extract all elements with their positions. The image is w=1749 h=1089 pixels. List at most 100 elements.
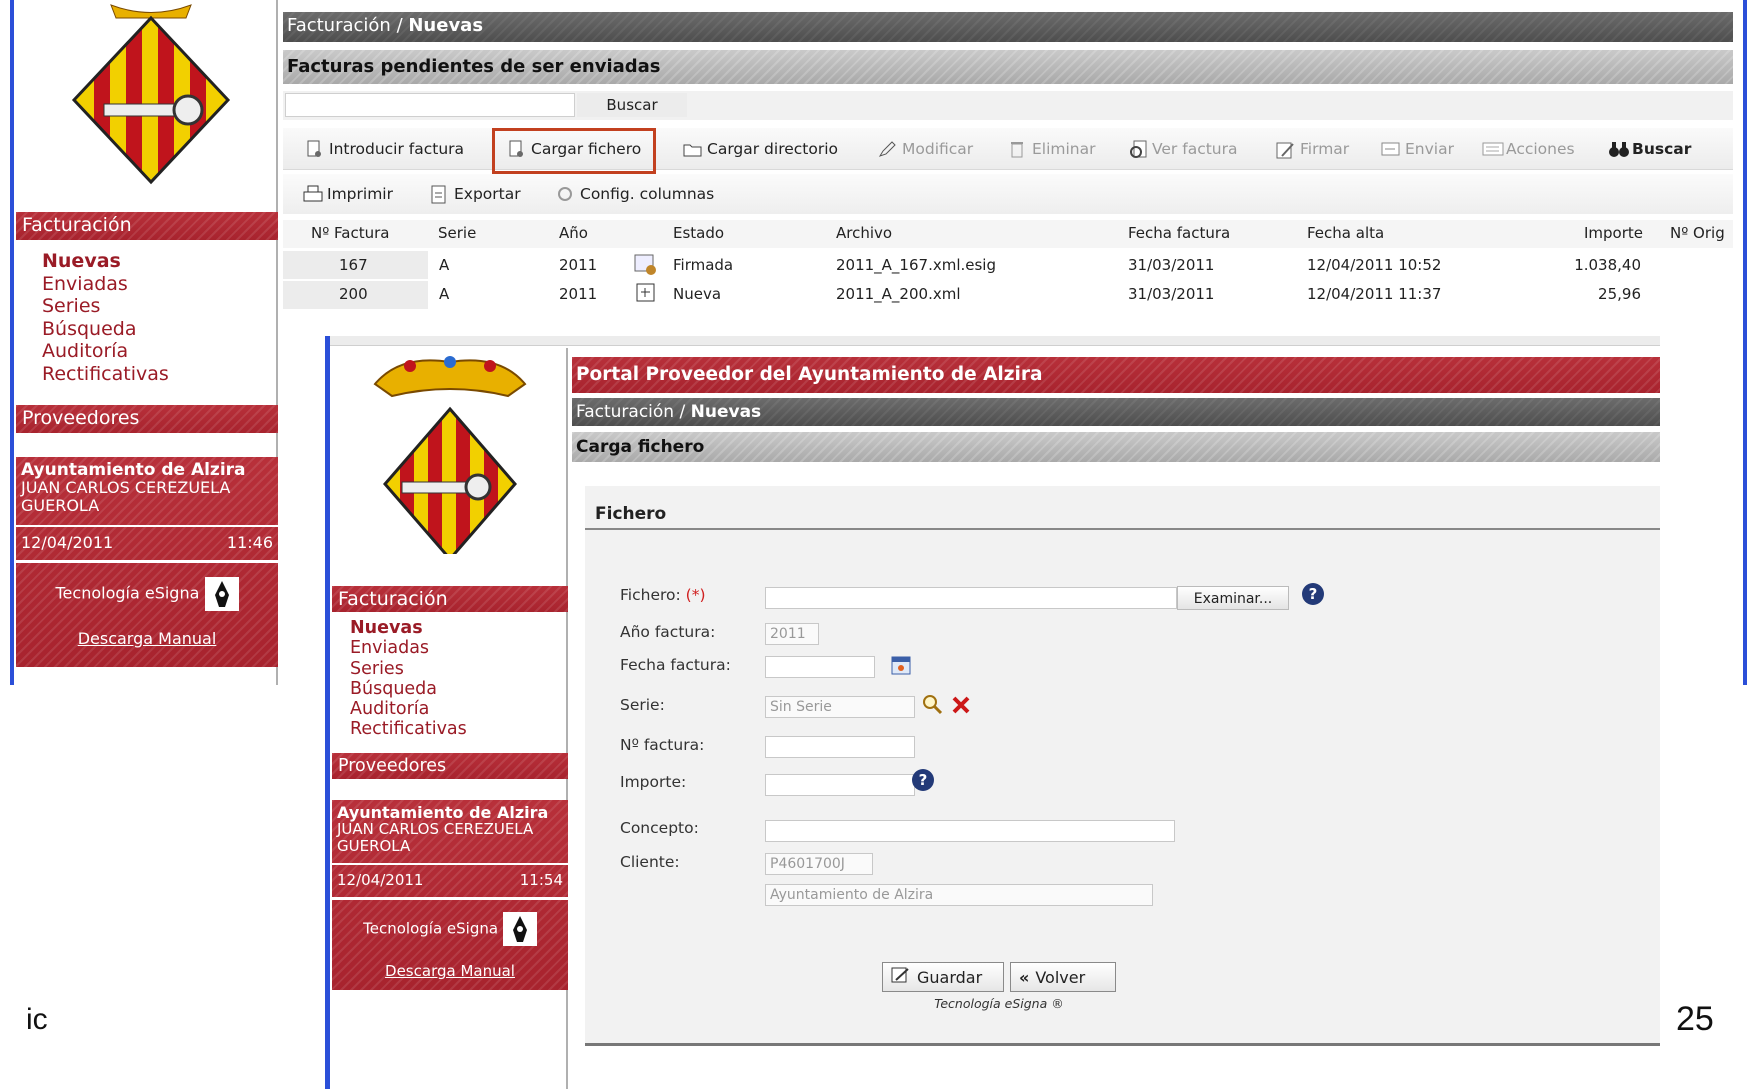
cell-num: 167 xyxy=(339,256,368,274)
pen-nib-icon xyxy=(502,912,537,946)
session-time: 11:46 xyxy=(226,533,273,552)
edit-icon xyxy=(878,140,896,158)
back-button[interactable]: « Volver xyxy=(1010,962,1116,992)
breadcrumb-section[interactable]: Facturación xyxy=(287,15,391,36)
sidebar-item-busqueda[interactable]: Búsqueda xyxy=(42,318,278,341)
exportar-button[interactable]: Exportar xyxy=(430,185,521,204)
search-input[interactable] xyxy=(285,93,575,117)
upload-file-icon xyxy=(507,140,525,158)
help-icon[interactable]: ? xyxy=(1302,583,1324,605)
modificar-button[interactable]: Modificar xyxy=(878,140,973,158)
session-date: 12/04/2011 xyxy=(21,533,114,552)
front-window-top-strip xyxy=(325,336,1660,346)
eliminar-button[interactable]: Eliminar xyxy=(1008,140,1096,158)
cargar-fichero-button[interactable]: Cargar fichero xyxy=(507,140,641,158)
cell-serie: A xyxy=(439,256,450,274)
config-columnas-button[interactable]: Config. columnas xyxy=(556,185,714,203)
back-breadcrumb: Facturación / Nuevas xyxy=(283,12,1733,42)
sidebar-item-enviadas[interactable]: Enviadas xyxy=(42,273,278,296)
buscar-button[interactable]: Buscar xyxy=(1608,140,1691,158)
breadcrumb-section[interactable]: Facturación xyxy=(576,402,674,422)
cell-fecha: 31/03/2011 xyxy=(1128,256,1215,274)
concepto-input[interactable] xyxy=(765,820,1175,842)
print-icon xyxy=(303,185,323,203)
download-manual-link[interactable]: Descarga Manual xyxy=(16,629,278,648)
fichero-input[interactable] xyxy=(765,587,1177,609)
introducir-factura-button[interactable]: Introducir factura xyxy=(305,140,464,158)
importe-input[interactable] xyxy=(765,774,915,796)
calendar-icon[interactable] xyxy=(890,654,912,680)
save-button[interactable]: Guardar xyxy=(882,962,1004,992)
cargar-directorio-button[interactable]: Cargar directorio xyxy=(683,140,838,158)
enviar-button[interactable]: Enviar xyxy=(1381,140,1454,158)
upload-folder-icon xyxy=(683,140,702,158)
front-window: Facturación Nuevas Enviadas Series Búsqu… xyxy=(325,336,1660,1089)
importe-label: Importe: xyxy=(620,773,687,791)
sidebar-item-series[interactable]: Series xyxy=(42,295,278,318)
required-mark: (*) xyxy=(685,586,706,604)
col-header[interactable]: Serie xyxy=(438,224,476,242)
front-sidebar: Facturación Nuevas Enviadas Series Búsqu… xyxy=(332,348,568,1089)
cliente-name-input[interactable]: Ayuntamiento de Alzira xyxy=(765,884,1153,906)
sidebar-item-rectificativas[interactable]: Rectificativas xyxy=(42,363,278,386)
session-time: 11:54 xyxy=(519,871,563,889)
cell-archivo: 2011_A_200.xml xyxy=(836,285,961,303)
sidebar-item-auditoria[interactable]: Auditoría xyxy=(350,699,560,719)
help-icon[interactable]: ? xyxy=(912,769,934,791)
sidebar-item-nuevas[interactable]: Nuevas xyxy=(42,250,278,273)
fecha-label: Fecha factura: xyxy=(620,656,731,674)
col-header[interactable]: Archivo xyxy=(836,224,892,242)
firmar-button[interactable]: Firmar xyxy=(1276,140,1349,159)
send-icon xyxy=(1381,140,1400,158)
col-header[interactable]: Fecha alta xyxy=(1307,224,1384,242)
sidebar-item-nuevas[interactable]: Nuevas xyxy=(350,618,560,638)
fieldset-title: Fichero xyxy=(595,504,667,524)
cell-estado: Firmada xyxy=(673,256,734,274)
cell-importe: 25,96 xyxy=(1598,285,1641,303)
search-button[interactable]: Buscar xyxy=(577,93,687,117)
sidebar-item-series[interactable]: Series xyxy=(350,659,560,679)
export-icon xyxy=(430,185,448,204)
sidebar-item-auditoria[interactable]: Auditoría xyxy=(42,340,278,363)
col-header[interactable]: Importe xyxy=(1584,224,1643,242)
binoculars-icon xyxy=(1608,140,1629,158)
fecha-input[interactable] xyxy=(765,656,875,678)
num-factura-input[interactable] xyxy=(765,736,915,758)
breadcrumb-current: Nuevas xyxy=(408,15,484,36)
concepto-label: Concepto: xyxy=(620,819,699,837)
browse-button[interactable]: Examinar... xyxy=(1177,586,1289,610)
cell-archivo: 2011_A_167.xml.esig xyxy=(836,256,996,274)
table-row[interactable]: 167 A 2011 Firmada 2011_A_167.xml.esig 3… xyxy=(283,251,1733,279)
chevron-left-icon: « xyxy=(1019,967,1030,987)
sidebar-item-enviadas[interactable]: Enviadas xyxy=(350,638,560,658)
col-header[interactable]: Estado xyxy=(673,224,724,242)
user-panel: Ayuntamiento de Alzira JUAN CARLOS CEREZ… xyxy=(332,800,568,990)
cliente-code-input[interactable]: P4601700J xyxy=(765,853,873,875)
search-bar: Buscar xyxy=(283,91,1733,120)
sidebar-providers[interactable]: Proveedores xyxy=(332,753,568,779)
col-header[interactable]: Fecha factura xyxy=(1128,224,1230,242)
col-header[interactable]: Nº Factura xyxy=(311,224,390,242)
clear-icon[interactable] xyxy=(950,694,972,720)
new-invoice-icon xyxy=(305,140,323,158)
cell-importe: 1.038,40 xyxy=(1574,256,1641,274)
col-header[interactable]: Año xyxy=(559,224,588,242)
anio-input[interactable]: 2011 xyxy=(765,623,819,645)
imprimir-button[interactable]: Imprimir xyxy=(303,185,393,203)
sidebar-item-busqueda[interactable]: Búsqueda xyxy=(350,679,560,699)
download-manual-link[interactable]: Descarga Manual xyxy=(332,962,568,980)
serie-input[interactable]: Sin Serie xyxy=(765,696,915,718)
table-row[interactable]: 200 A 2011 Nueva 2011_A_200.xml 31/03/20… xyxy=(283,281,1733,309)
ver-factura-button[interactable]: Ver factura xyxy=(1128,140,1238,158)
new-doc-icon xyxy=(635,282,657,308)
session-date: 12/04/2011 xyxy=(337,871,424,889)
col-header[interactable]: Nº Orig xyxy=(1670,224,1725,242)
sidebar-item-rectificativas[interactable]: Rectificativas xyxy=(350,719,560,739)
user-org: Ayuntamiento de Alzira xyxy=(21,460,246,480)
sidebar-providers[interactable]: Proveedores xyxy=(16,405,278,433)
acciones-button[interactable]: Acciones xyxy=(1482,140,1575,158)
back-sidebar: Facturación Nuevas Enviadas Series Búsqu… xyxy=(16,0,278,685)
fichero-label: Fichero: (*) xyxy=(620,586,706,604)
search-icon[interactable] xyxy=(920,692,944,720)
tech-label: Tecnología eSigna xyxy=(55,583,200,603)
